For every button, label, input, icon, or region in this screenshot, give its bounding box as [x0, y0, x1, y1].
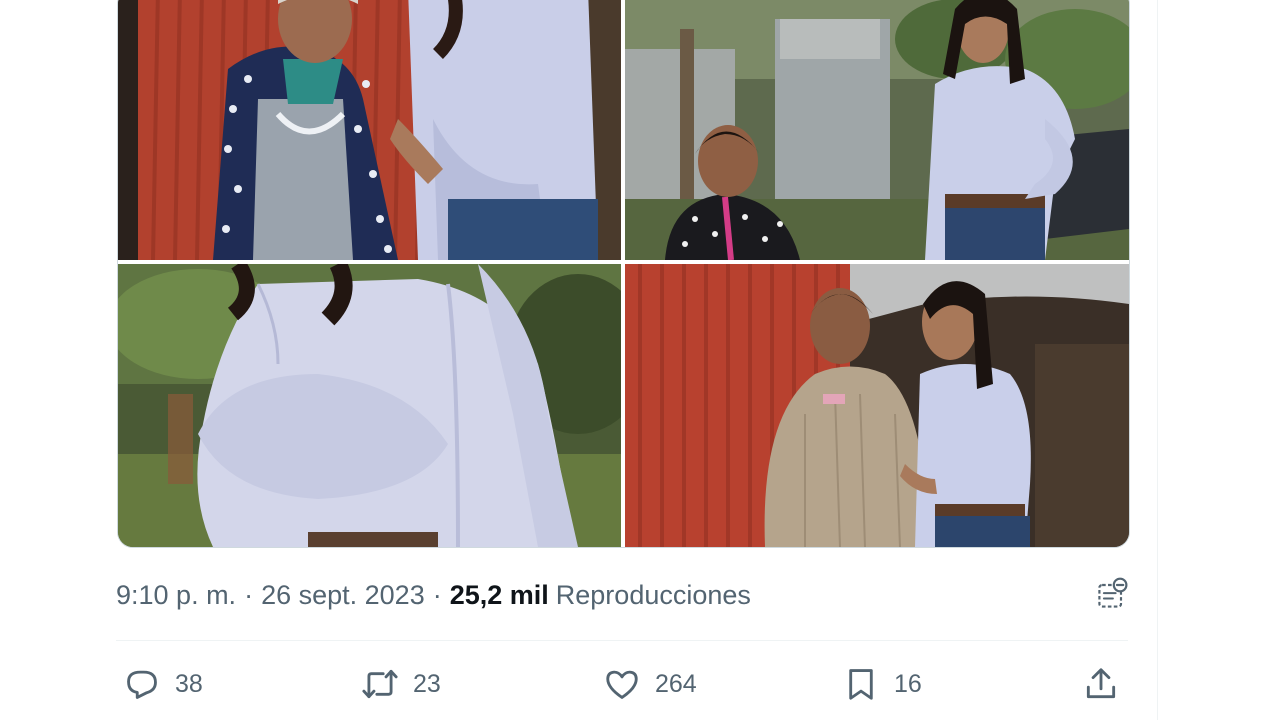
- retweet-button[interactable]: 23: [361, 664, 441, 704]
- photo-1-image: [118, 0, 621, 260]
- views-count: 25,2 mil: [449, 579, 549, 610]
- reply-button[interactable]: 38: [123, 664, 203, 704]
- tweet-media-grid: [117, 0, 1130, 548]
- meta-divider: [116, 640, 1128, 641]
- post-analytics-icon: [1098, 577, 1128, 608]
- tweet-photo-1[interactable]: [118, 0, 621, 260]
- share-icon: [1086, 668, 1116, 699]
- tweet-photo-2[interactable]: [625, 0, 1129, 260]
- meta-separator: ·: [244, 579, 254, 610]
- retweet-count: 23: [413, 669, 441, 698]
- column-divider: [1157, 0, 1158, 720]
- like-button[interactable]: 264: [603, 664, 697, 704]
- meta-separator: ·: [432, 579, 442, 610]
- photo-2-image: [625, 0, 1129, 260]
- bookmark-count: 16: [894, 669, 922, 698]
- like-count: 264: [655, 669, 697, 698]
- tweet-date[interactable]: 26 sept. 2023: [261, 580, 425, 611]
- tweet-time[interactable]: 9:10 p. m.: [116, 580, 236, 611]
- share-button[interactable]: [1082, 664, 1120, 704]
- tweet-photo-4[interactable]: [625, 264, 1129, 547]
- heart-icon: [606, 670, 638, 699]
- bookmark-button[interactable]: 16: [842, 664, 922, 704]
- photo-4-image: [625, 264, 1129, 547]
- retweet-icon: [362, 669, 398, 699]
- reply-count: 38: [175, 669, 203, 698]
- tweet-photo-3[interactable]: [118, 264, 621, 547]
- bookmark-icon: [849, 669, 873, 700]
- tweet-meta: 9:10 p. m. · 26 sept. 2023 · 25,2 mil Re…: [116, 578, 751, 612]
- post-analytics-button[interactable]: [1092, 574, 1132, 614]
- views-label: Reproducciones: [555, 579, 751, 610]
- photo-3-image: [118, 264, 621, 547]
- reply-icon: [127, 670, 157, 699]
- tweet-actions: 38 23 264 16: [0, 660, 1157, 710]
